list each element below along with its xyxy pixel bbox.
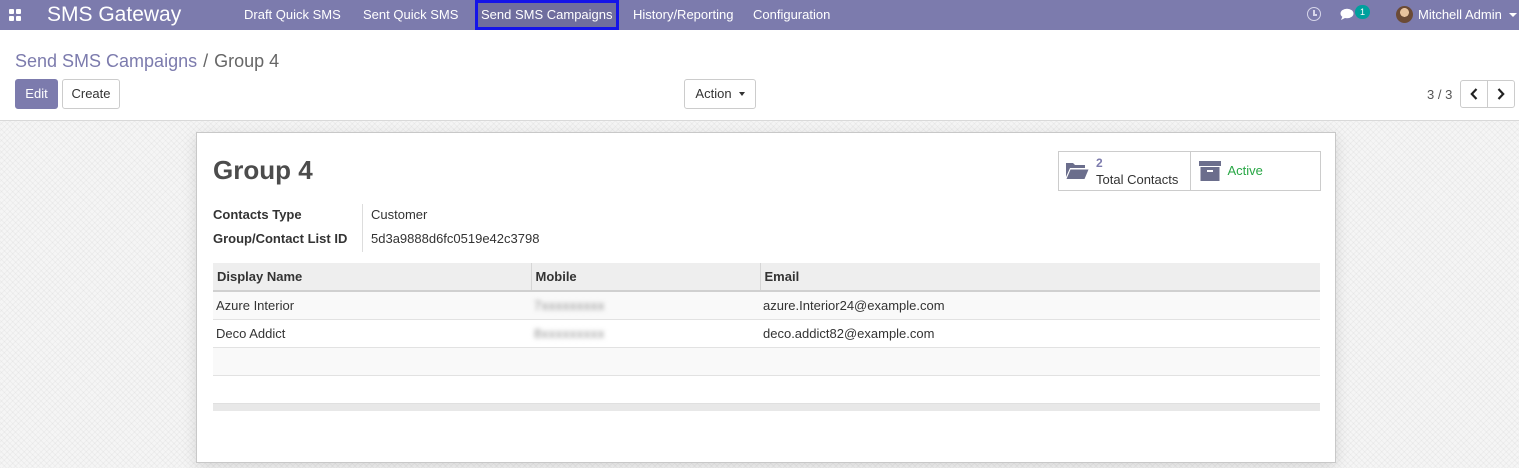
form-sheet: Group 4 2 Total Contacts Active Contacts…: [196, 132, 1336, 463]
menu-send-sms-campaigns[interactable]: Send SMS Campaigns: [475, 0, 619, 30]
activity-clock-icon[interactable]: [1307, 7, 1321, 21]
field-separator: [362, 204, 363, 252]
cell-email: deco.addict82@example.com: [760, 319, 1320, 348]
action-label: Action: [695, 86, 732, 101]
breadcrumb-current: Group 4: [214, 51, 280, 71]
pager-next-button[interactable]: [1487, 80, 1515, 108]
table-row[interactable]: Azure Interior 7xxxxxxxxx azure.Interior…: [213, 291, 1320, 320]
active-toggle-button[interactable]: Active: [1189, 152, 1321, 190]
folder-open-icon: [1066, 163, 1089, 179]
cell-display-name: Azure Interior: [213, 291, 531, 320]
chevron-left-icon: [1470, 88, 1478, 100]
smart-button-box: 2 Total Contacts Active: [1058, 151, 1321, 191]
breadcrumb-separator: /: [203, 51, 209, 71]
contact-list-id-value: 5d3a9888d6fc0519e42c3798: [371, 231, 540, 246]
message-count-badge: 1: [1355, 5, 1370, 19]
edit-button[interactable]: Edit: [15, 79, 58, 109]
total-contacts-label: Total Contacts: [1096, 172, 1179, 187]
pager-value[interactable]: 3 / 3: [1427, 87, 1452, 102]
table-header-row: Display Name Mobile Email: [213, 263, 1320, 292]
archive-icon: [1198, 161, 1221, 181]
menu-configuration[interactable]: Configuration: [753, 0, 830, 30]
column-header-email[interactable]: Email: [760, 263, 1320, 292]
blurred-mobile: 7xxxxxxxxx: [534, 297, 605, 313]
apps-menu-icon[interactable]: [9, 9, 21, 21]
total-contacts-count: 2: [1096, 156, 1103, 170]
table-footer: [213, 403, 1320, 411]
record-title: Group 4: [213, 155, 313, 185]
cell-display-name: Deco Addict: [213, 319, 531, 348]
create-button[interactable]: Create: [62, 79, 120, 109]
column-header-display-name[interactable]: Display Name: [213, 263, 532, 292]
cell-mobile: 7xxxxxxxxx: [531, 291, 760, 320]
chat-icon[interactable]: [1340, 8, 1356, 21]
action-dropdown-button[interactable]: Action: [684, 79, 756, 109]
menu-history-reporting[interactable]: History/Reporting: [633, 0, 733, 30]
user-menu-caret-icon[interactable]: [1509, 13, 1517, 17]
table-row[interactable]: Deco Addict 8xxxxxxxxx deco.addict82@exa…: [213, 319, 1320, 348]
caret-down-icon: [738, 91, 745, 96]
app-title[interactable]: SMS Gateway: [47, 2, 181, 28]
contact-list-id-label: Group/Contact List ID: [213, 231, 348, 246]
menu-sent-quick-sms[interactable]: Sent Quick SMS: [363, 0, 458, 30]
active-status-label: Active: [1227, 163, 1263, 178]
column-header-mobile[interactable]: Mobile: [531, 263, 761, 292]
chevron-right-icon: [1497, 88, 1505, 100]
pager-previous-button[interactable]: [1460, 80, 1488, 108]
breadcrumb-parent-link[interactable]: Send SMS Campaigns: [15, 51, 197, 71]
total-contacts-button[interactable]: 2 Total Contacts: [1059, 152, 1190, 190]
contacts-table: Display Name Mobile Email Azure Interior…: [213, 263, 1320, 376]
user-avatar[interactable]: [1396, 6, 1413, 23]
breadcrumb: Send SMS Campaigns / Group 4: [15, 50, 279, 72]
blurred-mobile: 8xxxxxxxxx: [534, 325, 605, 341]
cell-mobile: 8xxxxxxxxx: [531, 319, 760, 348]
cell-email: azure.Interior24@example.com: [760, 291, 1320, 320]
empty-table-row: [213, 347, 1320, 376]
top-navbar: SMS Gateway Draft Quick SMS Sent Quick S…: [0, 0, 1519, 30]
user-menu-name[interactable]: Mitchell Admin: [1418, 0, 1502, 30]
menu-draft-quick-sms[interactable]: Draft Quick SMS: [244, 0, 341, 30]
contacts-type-label: Contacts Type: [213, 207, 302, 222]
contacts-type-value: Customer: [371, 207, 428, 222]
